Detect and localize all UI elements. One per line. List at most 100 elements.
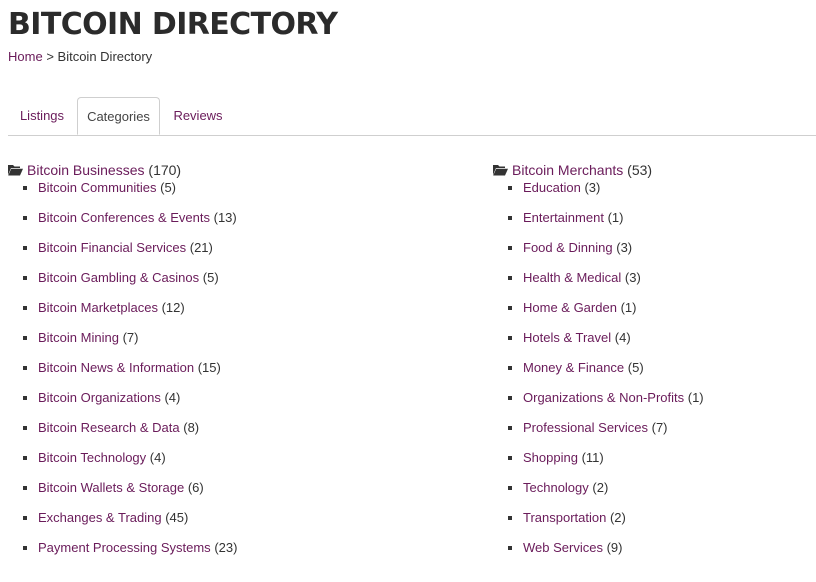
tab-reviews[interactable]: Reviews [161, 97, 235, 134]
square-bullet-icon [23, 186, 27, 190]
subcategory-link[interactable]: Hotels & Travel [523, 330, 611, 345]
list-item: Professional Services (7) [493, 419, 704, 449]
subcategory-count: (8) [183, 420, 200, 435]
subcategory-list: Bitcoin Communities (5) Bitcoin Conferenc… [8, 179, 237, 569]
subcategory-count: (7) [122, 330, 139, 345]
square-bullet-icon [508, 216, 512, 220]
subcategory-count: (3) [616, 240, 633, 255]
subcategory-count: (1) [607, 210, 624, 225]
list-item: Bitcoin Mining (7) [8, 329, 237, 359]
subcategory-count: (45) [165, 510, 189, 525]
subcategory-count: (6) [187, 480, 204, 495]
square-bullet-icon [508, 366, 512, 370]
subcategory-link[interactable]: Bitcoin Organizations [38, 390, 161, 405]
category-column-merchants: Bitcoin Merchants (53) Education (3) Ente… [493, 161, 704, 569]
folder-open-icon [493, 162, 508, 176]
square-bullet-icon [508, 516, 512, 520]
list-item: Exchanges & Trading (45) [8, 509, 237, 539]
subcategory-link[interactable]: Home & Garden [523, 300, 617, 315]
subcategory-link[interactable]: Bitcoin Financial Services [38, 240, 186, 255]
subcategory-link[interactable]: Bitcoin Mining [38, 330, 119, 345]
subcategory-count: (13) [213, 210, 237, 225]
subcategory-count: (1) [620, 300, 637, 315]
square-bullet-icon [23, 426, 27, 430]
breadcrumb-home-link[interactable]: Home [8, 49, 43, 64]
tab-categories[interactable]: Categories [77, 97, 160, 135]
list-item: Bitcoin Research & Data (8) [8, 419, 237, 449]
square-bullet-icon [23, 516, 27, 520]
list-item: Bitcoin Technology (4) [8, 449, 237, 479]
category-heading: Bitcoin Businesses (170) [8, 161, 237, 179]
square-bullet-icon [508, 456, 512, 460]
subcategory-link[interactable]: Organizations & Non-Profits [523, 390, 684, 405]
square-bullet-icon [23, 486, 27, 490]
subcategory-link[interactable]: Bitcoin Research & Data [38, 420, 180, 435]
tab-listings[interactable]: Listings [8, 97, 76, 134]
subcategory-link[interactable]: Web Services [523, 540, 603, 555]
subcategory-link[interactable]: Bitcoin Gambling & Casinos [38, 270, 199, 285]
list-item: Entertainment (1) [493, 209, 704, 239]
subcategory-link[interactable]: Bitcoin Technology [38, 450, 146, 465]
subcategory-link[interactable]: Money & Finance [523, 360, 624, 375]
category-count: (170) [148, 162, 182, 178]
list-item: Bitcoin News & Information (15) [8, 359, 237, 389]
square-bullet-icon [508, 276, 512, 280]
square-bullet-icon [23, 216, 27, 220]
category-link-bitcoin-businesses[interactable]: Bitcoin Businesses [27, 162, 145, 178]
subcategory-link[interactable]: Payment Processing Systems [38, 540, 211, 555]
subcategory-link[interactable]: Bitcoin Conferences & Events [38, 210, 210, 225]
subcategory-count: (7) [651, 420, 668, 435]
subcategory-link[interactable]: Entertainment [523, 210, 604, 225]
subcategory-link[interactable]: Professional Services [523, 420, 648, 435]
subcategory-link[interactable]: Education [523, 180, 581, 195]
subcategory-link[interactable]: Bitcoin News & Information [38, 360, 194, 375]
square-bullet-icon [23, 546, 27, 550]
subcategory-link[interactable]: Technology [523, 480, 589, 495]
subcategory-link[interactable]: Bitcoin Marketplaces [38, 300, 158, 315]
breadcrumb: Home > Bitcoin Directory [8, 48, 152, 65]
square-bullet-icon [23, 456, 27, 460]
list-item: Bitcoin Communities (5) [8, 179, 237, 209]
square-bullet-icon [23, 366, 27, 370]
subcategory-count: (3) [624, 270, 641, 285]
breadcrumb-current: Bitcoin Directory [57, 49, 153, 64]
square-bullet-icon [508, 246, 512, 250]
list-item: Shopping (11) [493, 449, 704, 479]
subcategory-link[interactable]: Bitcoin Wallets & Storage [38, 480, 184, 495]
list-item: Health & Medical (3) [493, 269, 704, 299]
square-bullet-icon [23, 396, 27, 400]
square-bullet-icon [508, 336, 512, 340]
square-bullet-icon [23, 306, 27, 310]
subcategory-count: (5) [627, 360, 644, 375]
subcategory-count: (12) [161, 300, 185, 315]
list-item: Web Services (9) [493, 539, 704, 569]
square-bullet-icon [508, 546, 512, 550]
square-bullet-icon [23, 246, 27, 250]
list-item: Technology (2) [493, 479, 704, 509]
square-bullet-icon [508, 426, 512, 430]
tab-bar: Listings Categories Reviews [8, 97, 816, 136]
square-bullet-icon [508, 306, 512, 310]
breadcrumb-separator: > [46, 49, 54, 64]
subcategory-count: (21) [189, 240, 213, 255]
subcategory-link[interactable]: Bitcoin Communities [38, 180, 157, 195]
subcategory-count: (2) [592, 480, 609, 495]
subcategory-link[interactable]: Shopping [523, 450, 578, 465]
category-column-businesses: Bitcoin Businesses (170) Bitcoin Communi… [8, 161, 237, 569]
subcategory-link[interactable]: Health & Medical [523, 270, 621, 285]
category-heading: Bitcoin Merchants (53) [493, 161, 704, 179]
subcategory-count: (5) [160, 180, 177, 195]
subcategory-count: (4) [614, 330, 631, 345]
subcategory-link[interactable]: Transportation [523, 510, 606, 525]
category-link-bitcoin-merchants[interactable]: Bitcoin Merchants [512, 162, 623, 178]
square-bullet-icon [508, 186, 512, 190]
list-item: Education (3) [493, 179, 704, 209]
subcategory-count: (15) [197, 360, 221, 375]
list-item: Transportation (2) [493, 509, 704, 539]
subcategory-link[interactable]: Food & Dinning [523, 240, 613, 255]
subcategory-link[interactable]: Exchanges & Trading [38, 510, 162, 525]
square-bullet-icon [23, 336, 27, 340]
subcategory-count: (1) [687, 390, 704, 405]
subcategory-count: (23) [214, 540, 238, 555]
subcategory-list: Education (3) Entertainment (1) Food & Din… [493, 179, 704, 569]
